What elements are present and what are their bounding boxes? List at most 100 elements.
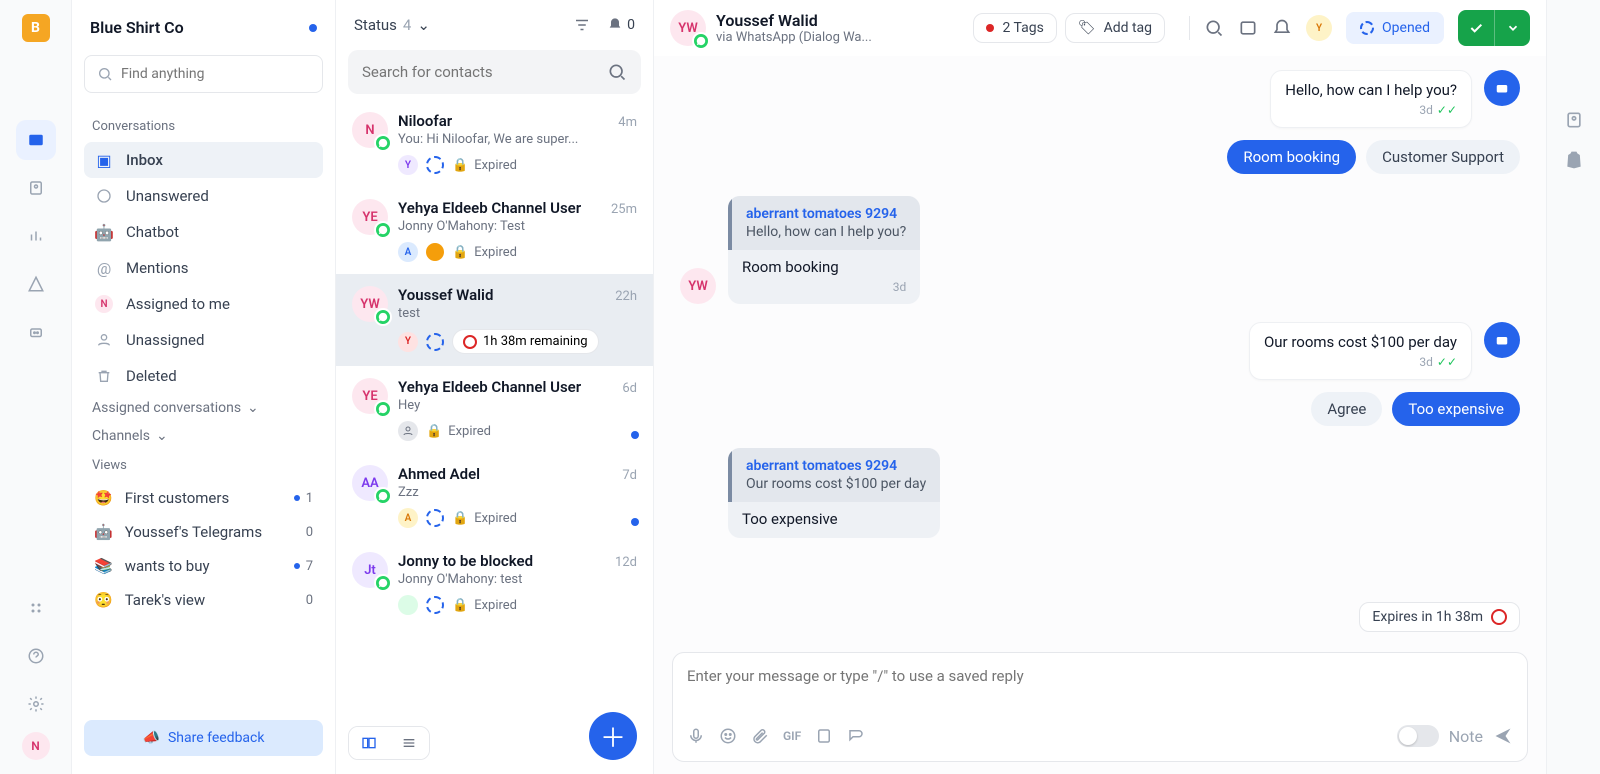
share-feedback-button[interactable]: 📣Share feedback (84, 720, 323, 756)
nav-chatbot[interactable]: 🤖Chatbot (84, 214, 323, 250)
rail-reports[interactable] (16, 216, 56, 256)
rail-user-avatar[interactable]: N (22, 732, 50, 760)
quick-reply-too-expensive[interactable]: Too expensive (1392, 392, 1520, 426)
message-composer[interactable]: GIF Note (672, 652, 1528, 762)
contact-name: Jonny to be blocked (398, 552, 533, 570)
read-receipt-icon: ✓✓ (1437, 355, 1457, 369)
contact-avatar: YW (352, 286, 388, 322)
contact-item[interactable]: N Niloofar4m You: Hi Niloofar, We are su… (336, 100, 653, 187)
whatsapp-icon (692, 32, 710, 50)
rail-settings[interactable] (16, 684, 56, 724)
shopify-icon[interactable] (1564, 150, 1584, 170)
bot-avatar (1484, 70, 1520, 106)
mic-icon[interactable] (687, 727, 705, 745)
status-opened[interactable]: Opened (1346, 12, 1444, 44)
emoji-icon[interactable] (719, 727, 737, 745)
quick-reply-agree[interactable]: Agree (1311, 392, 1382, 426)
expired-badge: 🔒Expired (426, 424, 491, 439)
rail-help[interactable] (16, 636, 56, 676)
find-input[interactable] (121, 66, 310, 82)
gif-icon[interactable]: GIF (783, 729, 801, 743)
view-tarek[interactable]: 😳Tarek's view0 (84, 583, 323, 617)
resolve-menu-button[interactable] (1494, 10, 1530, 46)
contact-item[interactable]: YE Yehya Eldeeb Channel User6d Hey 🔒Expi… (336, 366, 653, 453)
chat-panel: YW Youssef Walid via WhatsApp (Dialog Wa… (654, 0, 1546, 774)
contact-time: 12d (615, 555, 637, 570)
attachment-icon[interactable] (751, 727, 769, 745)
add-tag-button[interactable]: 🏷Add tag (1065, 13, 1165, 43)
contact-channel: via WhatsApp (Dialog Wa... (716, 30, 872, 45)
view-first-customers[interactable]: 🤩First customers1 (84, 481, 323, 515)
status-filter[interactable]: Status 4 ⌄ (354, 16, 430, 34)
workspace-logo[interactable]: B (22, 14, 50, 42)
nav-deleted[interactable]: Deleted (84, 358, 323, 394)
saved-reply-icon[interactable] (847, 727, 865, 745)
template-icon[interactable] (815, 727, 833, 745)
incoming-message: aberrant tomatoes 9294Our rooms cost $10… (728, 448, 940, 538)
whatsapp-icon (374, 221, 392, 239)
nav-inbox[interactable]: ▣Inbox (84, 142, 323, 178)
avatar-n-icon: N (94, 294, 114, 314)
search-contacts-input[interactable] (362, 63, 607, 81)
find-anything[interactable] (84, 55, 323, 93)
tags-button[interactable]: 2 Tags (973, 13, 1056, 43)
reminder-icon[interactable] (1272, 18, 1292, 38)
assignee-avatar[interactable]: Y (1306, 15, 1332, 41)
nav-mentions[interactable]: @Mentions (84, 250, 323, 286)
view-wants-to-buy[interactable]: 📚wants to buy7 (84, 549, 323, 583)
status-circle-icon (426, 333, 444, 351)
contact-preview: Zzz (398, 485, 637, 500)
send-icon[interactable] (1493, 726, 1513, 746)
inbox-icon: ▣ (94, 150, 114, 170)
rail-bot[interactable] (16, 312, 56, 352)
notifications-icon[interactable]: 0 (607, 16, 635, 34)
nav-assigned-to-me[interactable]: NAssigned to me (84, 286, 323, 322)
contact-avatar: Jt (352, 552, 388, 588)
nav-unanswered[interactable]: Unanswered (84, 178, 323, 214)
contact-item[interactable]: AA Ahmed Adel7d Zzz A🔒Expired (336, 453, 653, 540)
quick-reply-room-booking[interactable]: Room booking (1227, 140, 1356, 174)
expires-badge: Expires in 1h 38m (1359, 602, 1520, 632)
status-dot-icon (426, 243, 444, 261)
rail-contacts[interactable] (16, 168, 56, 208)
rail-apps[interactable] (16, 588, 56, 628)
assignee-avatar: Y (398, 332, 418, 352)
view-telegrams[interactable]: 🤖Youssef's Telegrams0 (84, 515, 323, 549)
contact-item[interactable]: YW Youssef Walid22h test Y1h 38m remaini… (336, 274, 653, 366)
chevron-down-icon: ⌄ (247, 400, 259, 416)
composer-input[interactable] (687, 667, 1513, 715)
filter-icon[interactable] (573, 16, 591, 34)
contact-details-icon[interactable] (1564, 110, 1584, 130)
contact-name: Yehya Eldeeb Channel User (398, 199, 581, 217)
contact-preview: Jonny O'Mahony: test (398, 572, 637, 587)
quick-reply-customer-support[interactable]: Customer Support (1366, 140, 1520, 174)
contact-avatar: YE (352, 378, 388, 414)
nav-unassigned[interactable]: Unassigned (84, 322, 323, 358)
note-label: Note (1449, 727, 1483, 746)
messages-scroll[interactable]: Hello, how can I help you? 3d✓✓ Room boo… (654, 56, 1546, 652)
status-circle-icon (426, 156, 444, 174)
note-toggle[interactable] (1397, 725, 1439, 747)
rail-campaigns[interactable] (16, 264, 56, 304)
rail-conversations[interactable] (16, 120, 56, 160)
section-conversations: Conversations (84, 119, 323, 134)
lock-icon: 🔒 (452, 598, 468, 613)
panel-view-button[interactable] (349, 727, 389, 759)
list-header: Status 4 ⌄ 0 (336, 0, 653, 50)
contact-time: 7d (622, 468, 637, 483)
contact-avatar: YE (352, 199, 388, 235)
channels-toggle[interactable]: Channels⌄ (84, 422, 323, 450)
note-icon[interactable] (1238, 18, 1258, 38)
search-contacts[interactable] (348, 50, 641, 94)
list-view-toggle[interactable] (348, 726, 430, 760)
contact-item[interactable]: YE Yehya Eldeeb Channel User25m Jonny O'… (336, 187, 653, 274)
new-conversation-button[interactable]: ＋ (589, 712, 637, 760)
workspace-switcher[interactable]: Blue Shirt Co (84, 18, 323, 37)
list-view-button[interactable] (389, 727, 429, 759)
resolve-button[interactable] (1458, 10, 1494, 46)
conversation-list: Status 4 ⌄ 0 N Niloofar4m You: Hi Niloof… (336, 0, 654, 774)
assignee-avatar: A (398, 242, 418, 262)
search-conversation-icon[interactable] (1204, 18, 1224, 38)
contact-item[interactable]: Jt Jonny to be blocked 12d Jonny O'Mahony… (336, 540, 653, 627)
assigned-conversations-toggle[interactable]: Assigned conversations⌄ (84, 394, 323, 422)
